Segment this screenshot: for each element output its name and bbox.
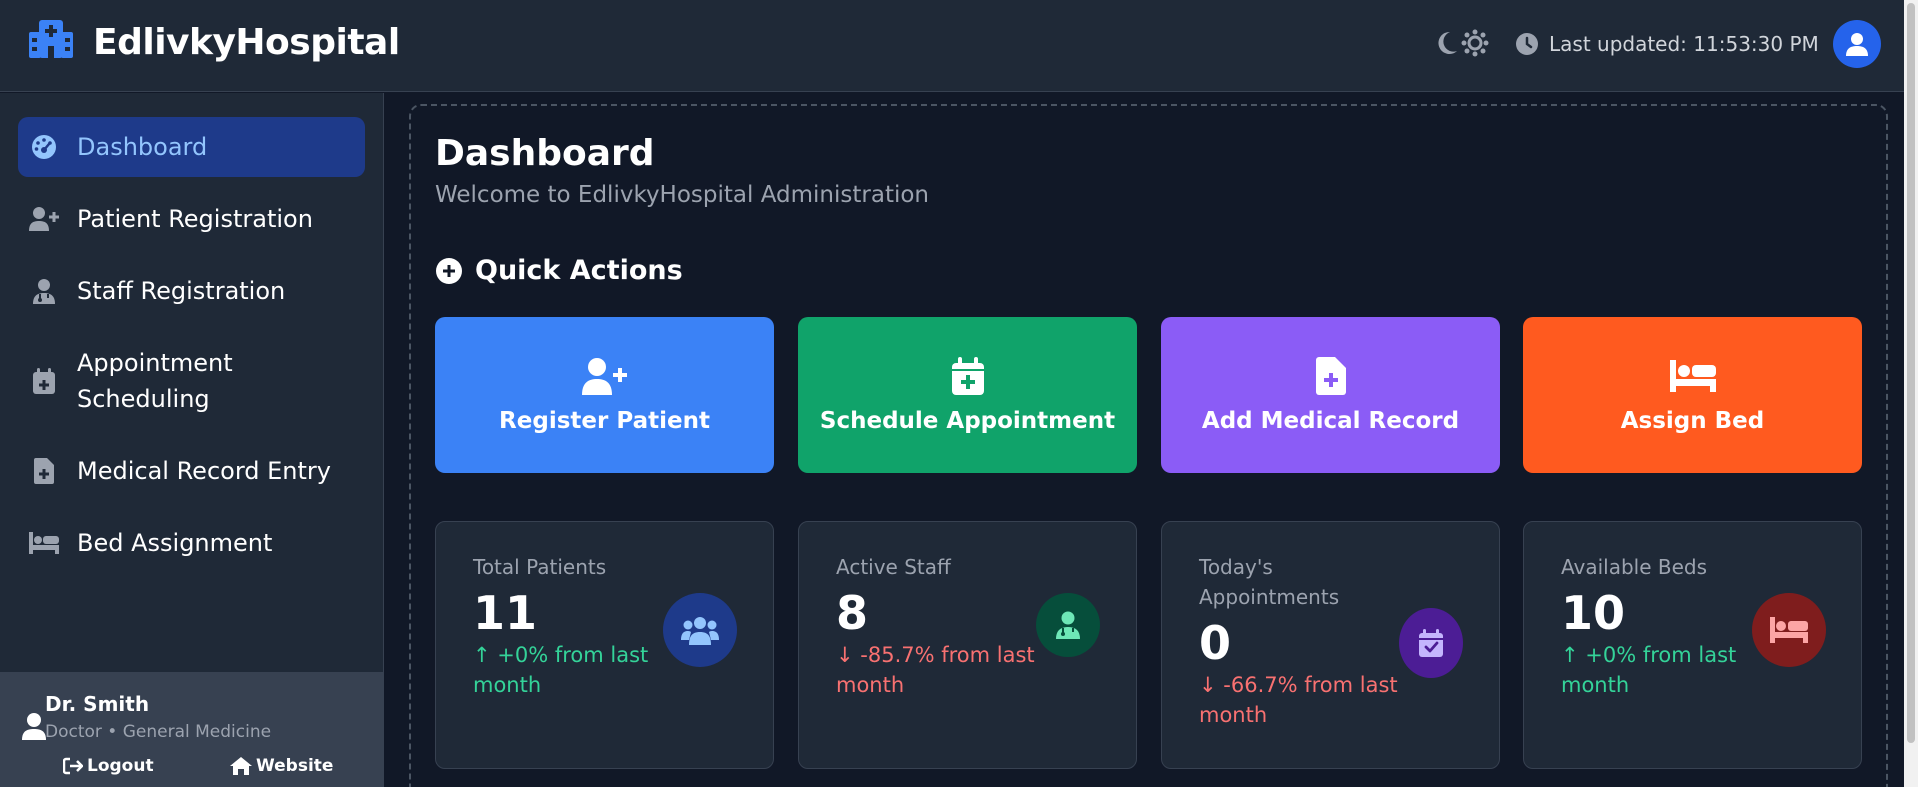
stat-label: Active Staff (836, 555, 951, 579)
user-role: Doctor • General Medicine (45, 722, 272, 742)
sidebar-item-label: Bed Assignment (77, 529, 273, 557)
stat-card-available-beds: Available Beds 10 ↑ +0% from last month (1523, 521, 1862, 769)
page-title: Dashboard (435, 133, 655, 174)
vertical-scrollbar[interactable] (1904, 0, 1918, 787)
user-name: Dr. Smith (45, 692, 150, 716)
sidebar-item-dashboard[interactable]: Dashboard (18, 117, 365, 177)
logout-icon (63, 757, 83, 775)
calendar-plus-icon (951, 356, 985, 396)
hospital-icon (29, 20, 73, 58)
user-panel: Dr. Smith Doctor • General Medicine Logo… (0, 672, 383, 787)
website-link[interactable]: Website (230, 756, 333, 776)
sidebar-item-label: Staff Registration (77, 277, 286, 305)
bed-icon (29, 528, 59, 558)
users-icon (663, 593, 737, 667)
sidebar-item-label: Dashboard (77, 133, 208, 161)
sidebar-item-staff-registration[interactable]: Staff Registration (18, 261, 365, 321)
user-doctor-icon (29, 276, 59, 306)
calendar-plus-icon (29, 366, 59, 396)
action-label: Schedule Appointment (819, 408, 1116, 434)
arrow-up-icon: ↑ (1561, 643, 1586, 667)
sidebar: Dashboard Patient Registration Staff Reg… (0, 93, 384, 787)
last-updated-text: Last updated: 11:53:30 PM (1549, 32, 1819, 56)
user-icon (1846, 33, 1868, 56)
stat-value: 0 (1199, 616, 1232, 670)
clock-icon (1516, 33, 1538, 55)
logout-button[interactable]: Logout (63, 756, 154, 776)
moon-icon (1438, 31, 1457, 54)
sidebar-item-patient-registration[interactable]: Patient Registration (18, 189, 365, 249)
stat-value: 11 (473, 586, 538, 640)
add-medical-record-button[interactable]: Add Medical Record (1161, 317, 1500, 473)
assign-bed-button[interactable]: Assign Bed (1523, 317, 1862, 473)
user-plus-icon (581, 356, 628, 396)
sidebar-item-label: Medical Record Entry (77, 457, 331, 485)
theme-toggle[interactable] (1435, 29, 1489, 57)
stat-card-total-patients: Total Patients 11 ↑ +0% from last month (435, 521, 774, 769)
action-label: Add Medical Record (1201, 408, 1460, 434)
arrow-up-icon: ↑ (473, 643, 498, 667)
sidebar-item-appointment-scheduling[interactable]: Appointment Scheduling (18, 333, 365, 429)
stat-change: ↓ -85.7% from last month (836, 643, 1035, 697)
sidebar-item-bed-assignment[interactable]: Bed Assignment (18, 513, 365, 573)
stat-change: ↑ +0% from last month (1561, 643, 1737, 697)
sun-icon (1461, 29, 1489, 57)
stat-label: Today's Appointments (1199, 555, 1340, 609)
register-patient-button[interactable]: Register Patient (435, 317, 774, 473)
stat-label: Total Patients (473, 555, 607, 579)
bed-icon (1752, 593, 1826, 667)
stat-change: ↑ +0% from last month (473, 643, 649, 697)
file-medical-icon (29, 456, 59, 486)
stat-card-active-staff: Active Staff 8 ↓ -85.7% from last month (798, 521, 1137, 769)
user-doctor-icon (1036, 593, 1100, 657)
user-plus-icon (29, 204, 59, 234)
arrow-down-icon: ↓ (1199, 673, 1224, 697)
brand-name[interactable]: EdlivkyHospital (93, 22, 400, 63)
file-medical-icon (1315, 356, 1346, 396)
schedule-appointment-button[interactable]: Schedule Appointment (798, 317, 1137, 473)
plus-circle-icon (436, 257, 462, 284)
arrow-down-icon: ↓ (836, 643, 861, 667)
stat-change: ↓ -66.7% from last month (1199, 673, 1398, 727)
top-header: EdlivkyHospital Last updated: 11:53:30 P… (0, 0, 1904, 92)
gauge-icon (29, 132, 59, 162)
user-icon (22, 713, 46, 740)
action-label: Register Patient (499, 408, 710, 434)
bed-icon (1669, 356, 1716, 396)
action-label: Assign Bed (1620, 408, 1765, 434)
scrollbar-thumb[interactable] (1907, 3, 1915, 743)
sidebar-item-medical-record-entry[interactable]: Medical Record Entry (18, 441, 365, 501)
sidebar-item-label: Appointment Scheduling (77, 349, 233, 413)
quick-actions-heading: Quick Actions (435, 255, 683, 286)
stat-label: Available Beds (1561, 555, 1708, 579)
user-avatar-button[interactable] (1833, 20, 1881, 68)
calendar-check-icon (1399, 608, 1463, 678)
stat-card-todays-appointments: Today's Appointments 0 ↓ -66.7% from las… (1161, 521, 1500, 769)
home-icon (230, 757, 252, 775)
page-subtitle: Welcome to EdlivkyHospital Administratio… (435, 182, 930, 208)
stat-value: 8 (836, 586, 869, 640)
sidebar-item-label: Patient Registration (77, 205, 313, 233)
stat-value: 10 (1561, 586, 1626, 640)
